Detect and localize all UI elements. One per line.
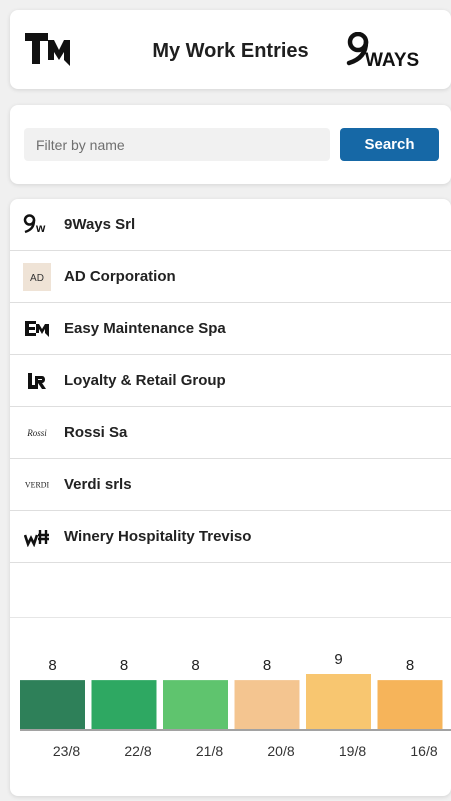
list-item[interactable]: Easy Maintenance Spa: [10, 303, 451, 355]
9ways-logo: WAYS: [346, 32, 419, 70]
list-item[interactable]: VERDI Verdi srls: [10, 459, 451, 511]
company-list: w 9Ways Srl AD AD Corporation Easy Maint…: [10, 199, 451, 563]
list-item[interactable]: w 9Ways Srl: [10, 199, 451, 251]
svg-text:w: w: [35, 221, 46, 235]
x-tick-label: 19/8: [339, 743, 366, 759]
company-name: Winery Hospitality Treviso: [64, 528, 252, 545]
company-name: Rossi Sa: [64, 424, 128, 441]
x-tick-label: 21/8: [196, 743, 223, 759]
bar-21/8: [163, 680, 228, 729]
bar-value-label: 8: [406, 657, 414, 674]
x-tick-label: 22/8: [124, 743, 151, 759]
list-item[interactable]: Loyalty & Retail Group: [10, 355, 451, 407]
search-input[interactable]: [24, 128, 330, 161]
bar-20/8: [234, 680, 300, 729]
company-name: Easy Maintenance Spa: [64, 320, 226, 337]
svg-text:Rossi: Rossi: [26, 428, 47, 438]
easy-maintenance-logo: [22, 314, 52, 344]
company-name: 9Ways Srl: [64, 216, 136, 233]
company-list-card: w 9Ways Srl AD AD Corporation Easy Maint…: [10, 199, 451, 796]
company-name: Loyalty & Retail Group: [64, 372, 226, 389]
x-tick-label: 16/8: [410, 743, 437, 759]
list-item[interactable]: AD AD Corporation: [10, 251, 451, 303]
bar-value-label: 8: [191, 657, 199, 674]
list-item[interactable]: Rossi Rossi Sa: [10, 407, 451, 459]
bar-value-label: 9: [334, 651, 342, 668]
svg-text:VERDI: VERDI: [25, 480, 50, 489]
bar-23/8: [20, 680, 85, 729]
bar-19/8: [306, 674, 371, 729]
list-item[interactable]: Winery Hospitality Treviso: [10, 511, 451, 563]
ad-corporation-logo: AD: [22, 262, 52, 292]
company-name: Verdi srls: [64, 476, 132, 493]
rossi-logo: Rossi: [22, 418, 52, 448]
svg-text:AD: AD: [30, 273, 44, 284]
bar-value-label: 8: [263, 657, 271, 674]
bar-22/8: [91, 680, 157, 729]
header-card: My Work Entries WAYS: [10, 10, 451, 89]
loyalty-retail-logo: [22, 366, 52, 396]
x-tick-label: 20/8: [267, 743, 294, 759]
verdi-logo: VERDI: [22, 470, 52, 500]
search-button[interactable]: Search: [340, 128, 439, 161]
x-tick-label: 23/8: [53, 743, 80, 759]
svg-text:WAYS: WAYS: [365, 50, 419, 70]
bar-value-label: 8: [48, 657, 56, 674]
chart-divider: [10, 617, 451, 618]
bar-16/8: [377, 680, 443, 729]
hours-bar-chart: 8 23/8 8 22/8 8 21/8 8 20/8 9 19/8 8 16/8: [10, 629, 451, 789]
search-card: Search: [10, 105, 451, 184]
bar-value-label: 8: [120, 657, 128, 674]
company-name: AD Corporation: [64, 268, 176, 285]
9ways-company-logo: w: [22, 210, 52, 240]
winery-hospitality-logo: [22, 522, 52, 552]
chart-svg: 8 23/8 8 22/8 8 21/8 8 20/8 9 19/8 8 16/8: [20, 651, 451, 759]
